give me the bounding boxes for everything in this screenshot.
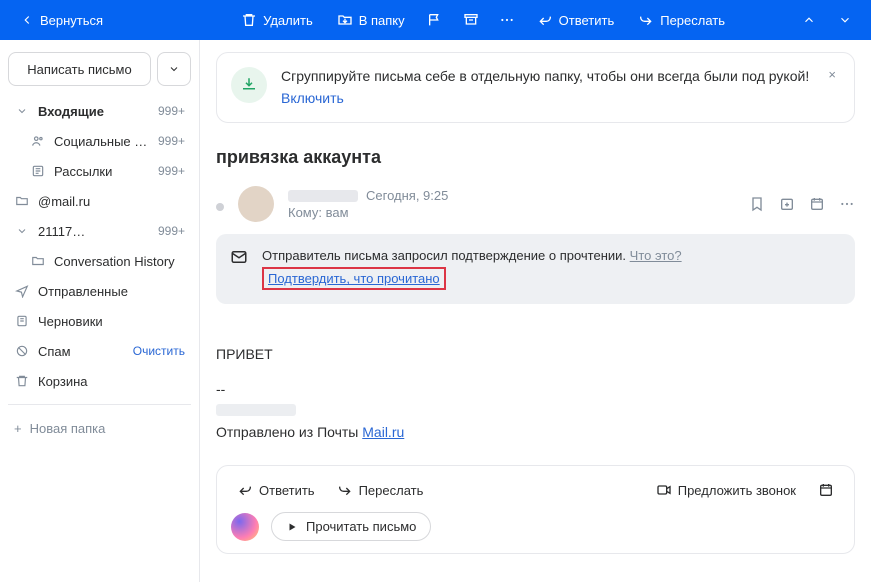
confirm-read-link[interactable]: Подтвердить, что прочитано: [268, 271, 440, 286]
clear-spam-link[interactable]: Очистить: [133, 344, 185, 358]
folder-icon: [30, 254, 46, 268]
chevron-down-icon: [14, 105, 30, 117]
sidebar-item-social[interactable]: Социальные … 999+: [8, 126, 191, 156]
reply-button[interactable]: Ответить: [527, 6, 625, 34]
reply-bar-reply[interactable]: Ответить: [231, 478, 321, 502]
back-label: Вернуться: [40, 13, 103, 28]
calendar-icon[interactable]: [809, 196, 825, 212]
folder-icon: [14, 194, 30, 208]
receipt-text: Отправитель письма запросил подтверждени…: [262, 248, 626, 263]
suggest-call-button[interactable]: Предложить звонок: [650, 478, 802, 502]
sidebar: Написать письмо Входящие 999+ Социальные…: [0, 40, 200, 582]
unread-dot-icon: [216, 203, 224, 211]
people-icon: [30, 134, 46, 148]
to-value: вам: [326, 205, 349, 220]
add-event-icon[interactable]: [779, 196, 795, 212]
plus-icon: +: [14, 421, 22, 436]
sidebar-item-inbox[interactable]: Входящие 999+: [8, 96, 191, 126]
new-folder-button[interactable]: + Новая папка: [8, 413, 191, 443]
signature-dashes: --: [216, 381, 225, 397]
reply-bar-calendar[interactable]: [812, 478, 840, 502]
move-label: В папку: [359, 13, 405, 28]
signature-name: [216, 404, 296, 416]
to-label: Кому:: [288, 205, 322, 220]
sidebar-item-drafts[interactable]: Черновики: [8, 306, 191, 336]
drafts-icon: [14, 314, 30, 328]
more-icon[interactable]: [491, 4, 523, 36]
banner-enable-link[interactable]: Включить: [281, 89, 344, 109]
message-body: ПРИВЕТ: [216, 344, 855, 365]
next-message-icon[interactable]: [829, 4, 861, 36]
confirm-highlight: Подтвердить, что прочитано: [262, 267, 446, 290]
message-date: Сегодня, 9:25: [366, 188, 448, 203]
ai-orb-icon: [231, 513, 259, 541]
move-button[interactable]: В папку: [327, 6, 415, 34]
more-actions-icon[interactable]: [839, 196, 855, 212]
bookmark-icon[interactable]: [749, 196, 765, 212]
compose-dropdown[interactable]: [157, 52, 191, 86]
sidebar-item-trash[interactable]: Корзина: [8, 366, 191, 396]
sidebar-item-sent[interactable]: Отправленные: [8, 276, 191, 306]
reply-bar-forward[interactable]: Переслать: [331, 478, 430, 502]
sidebar-item-account2[interactable]: 21117… 999+: [8, 216, 191, 246]
sender-name: [288, 190, 358, 202]
banner-text: Сгруппируйте письма себе в отдельную пап…: [281, 68, 809, 84]
read-receipt-panel: Отправитель письма запросил подтверждени…: [216, 234, 855, 304]
newsletter-icon: [30, 164, 46, 178]
sent-from-text: Отправлено из Почты: [216, 424, 362, 440]
sidebar-item-account1[interactable]: @mail.ru: [8, 186, 191, 216]
download-icon: [231, 67, 267, 103]
prev-message-icon[interactable]: [793, 4, 825, 36]
message-subject: привязка аккаунта: [216, 147, 855, 168]
forward-button[interactable]: Переслать: [628, 6, 735, 34]
chevron-down-icon: [14, 225, 30, 237]
delete-button[interactable]: Удалить: [231, 6, 323, 34]
reply-label: Ответить: [559, 13, 615, 28]
spam-icon: [14, 344, 30, 358]
read-aloud-button[interactable]: Прочитать письмо: [271, 512, 431, 541]
avatar: [238, 186, 274, 222]
archive-icon[interactable]: [455, 4, 487, 36]
banner-close-icon[interactable]: ×: [824, 67, 840, 82]
back-button[interactable]: Вернуться: [10, 7, 113, 34]
envelope-icon: [230, 248, 248, 290]
trash-icon: [14, 374, 30, 388]
delete-label: Удалить: [263, 13, 313, 28]
compose-button[interactable]: Написать письмо: [8, 52, 151, 86]
what-is-this-link[interactable]: Что это?: [630, 248, 682, 263]
info-banner: Сгруппируйте письма себе в отдельную пап…: [216, 52, 855, 123]
main-content: Сгруппируйте письма себе в отдельную пап…: [200, 40, 871, 582]
sent-icon: [14, 284, 30, 298]
sidebar-item-newsletters[interactable]: Рассылки 999+: [8, 156, 191, 186]
flag-icon[interactable]: [419, 4, 451, 36]
forward-label: Переслать: [660, 13, 725, 28]
mailru-link[interactable]: Mail.ru: [362, 424, 404, 440]
top-toolbar: Вернуться Удалить В папку Ответить Перес…: [0, 0, 871, 40]
sidebar-item-spam[interactable]: Спам Очистить: [8, 336, 191, 366]
reply-bar: Ответить Переслать Предложить звонок: [216, 465, 855, 554]
message-header: Сегодня, 9:25 Кому: вам: [216, 186, 855, 222]
sidebar-item-conversation-history[interactable]: Conversation History: [8, 246, 191, 276]
